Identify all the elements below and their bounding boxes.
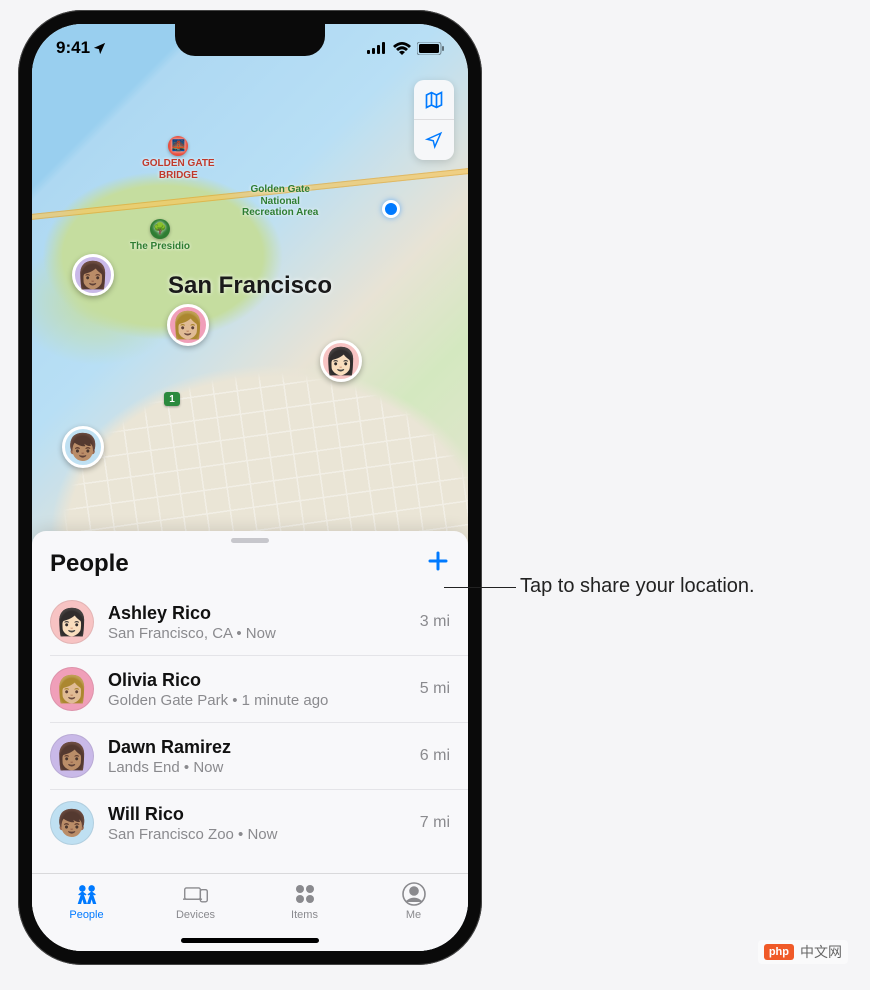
tab-label: Devices (176, 909, 215, 921)
map-poi-ggnra[interactable]: Golden Gate National Recreation Area (242, 184, 318, 219)
items-icon (292, 881, 318, 907)
person-name: Olivia Rico (108, 670, 406, 691)
battery-icon (417, 42, 444, 55)
tab-label: Items (291, 909, 318, 921)
avatar: 👩🏽 (50, 734, 94, 778)
map-poi-presidio[interactable]: 🌳 The Presidio (130, 219, 190, 253)
me-icon (401, 881, 427, 907)
watermark-logo: php (764, 944, 794, 960)
tab-label: People (69, 909, 103, 921)
panel-title: People (50, 550, 129, 578)
person-location: San Francisco, CA • Now (108, 625, 406, 642)
status-left: 9:41 (56, 38, 107, 58)
tab-label: Me (406, 909, 421, 921)
status-right (367, 42, 444, 55)
person-name: Will Rico (108, 804, 406, 825)
person-distance: 6 mi (420, 747, 450, 765)
person-location: Lands End • Now (108, 759, 406, 776)
memoji-icon: 👩🏽 (56, 743, 88, 769)
person-row[interactable]: 👦🏽 Will Rico San Francisco Zoo • Now 7 m… (50, 789, 468, 856)
map-self-location[interactable] (382, 200, 400, 218)
map-poi-golden-gate-bridge[interactable]: 🌉 GOLDEN GATE BRIDGE (142, 136, 215, 181)
person-info: Will Rico San Francisco Zoo • Now (108, 804, 406, 843)
tab-items[interactable]: Items (250, 874, 359, 927)
memoji-icon: 👩🏼 (172, 312, 204, 338)
callout-line (444, 587, 516, 588)
map-route-badge: 1 (164, 392, 180, 406)
avatar: 👩🏻 (50, 600, 94, 644)
phone-frame: 9:41 San Francisco 🌉 GOLDEN GATE BRIDGE … (18, 10, 482, 965)
person-row[interactable]: 👩🏼 Olivia Rico Golden Gate Park • 1 minu… (50, 655, 468, 722)
tree-icon: 🌳 (150, 219, 170, 239)
location-arrow-icon (425, 131, 443, 149)
memoji-icon: 👦🏽 (67, 434, 99, 460)
map-avatar-ashley[interactable]: 👩🏻 (320, 340, 362, 382)
memoji-icon: 👩🏻 (325, 348, 357, 374)
person-info: Dawn Ramirez Lands End • Now (108, 737, 406, 776)
wifi-icon (393, 42, 411, 55)
person-info: Olivia Rico Golden Gate Park • 1 minute … (108, 670, 406, 709)
watermark-text: 中文网 (800, 942, 842, 962)
panel-grabber[interactable] (231, 538, 269, 543)
person-row[interactable]: 👩🏻 Ashley Rico San Francisco, CA • Now 3… (50, 589, 468, 655)
people-panel[interactable]: People 👩🏻 Ashley Rico San Francisco, CA … (32, 531, 468, 951)
person-info: Ashley Rico San Francisco, CA • Now (108, 603, 406, 642)
notch (175, 24, 325, 56)
watermark: php 中文网 (758, 940, 848, 964)
tab-me[interactable]: Me (359, 874, 468, 927)
person-distance: 3 mi (420, 613, 450, 631)
person-distance: 5 mi (420, 680, 450, 698)
map-avatar-olivia[interactable]: 👩🏼 (167, 304, 209, 346)
avatar: 👩🏼 (50, 667, 94, 711)
map-avatar-dawn[interactable]: 👩🏽 (72, 254, 114, 296)
people-icon (74, 881, 100, 907)
map-avatar-will[interactable]: 👦🏽 (62, 426, 104, 468)
memoji-icon: 👦🏽 (56, 810, 88, 836)
cellular-icon (367, 42, 387, 54)
plus-icon (426, 549, 450, 573)
map-style-button[interactable] (414, 80, 454, 120)
memoji-icon: 👩🏼 (56, 676, 88, 702)
bridge-icon: 🌉 (168, 136, 188, 156)
person-row[interactable]: 👩🏽 Dawn Ramirez Lands End • Now 6 mi (50, 722, 468, 789)
home-indicator[interactable] (181, 938, 319, 943)
map-locate-button[interactable] (414, 120, 454, 160)
tab-devices[interactable]: Devices (141, 874, 250, 927)
share-location-button[interactable] (426, 549, 450, 579)
location-services-icon (92, 41, 107, 56)
person-location: Golden Gate Park • 1 minute ago (108, 692, 406, 709)
person-distance: 7 mi (420, 814, 450, 832)
panel-header: People (32, 547, 468, 589)
avatar: 👦🏽 (50, 801, 94, 845)
memoji-icon: 👩🏽 (77, 262, 109, 288)
map-city-label: San Francisco (168, 272, 332, 300)
map-controls (414, 80, 454, 160)
status-time: 9:41 (56, 38, 90, 58)
tab-people[interactable]: People (32, 874, 141, 927)
map-style-icon (424, 90, 444, 110)
person-location: San Francisco Zoo • Now (108, 826, 406, 843)
memoji-icon: 👩🏻 (56, 609, 88, 635)
devices-icon (183, 881, 209, 907)
people-list[interactable]: 👩🏻 Ashley Rico San Francisco, CA • Now 3… (32, 589, 468, 873)
callout-text: Tap to share your location. (520, 575, 755, 598)
phone-screen: 9:41 San Francisco 🌉 GOLDEN GATE BRIDGE … (32, 24, 468, 951)
person-name: Dawn Ramirez (108, 737, 406, 758)
person-name: Ashley Rico (108, 603, 406, 624)
